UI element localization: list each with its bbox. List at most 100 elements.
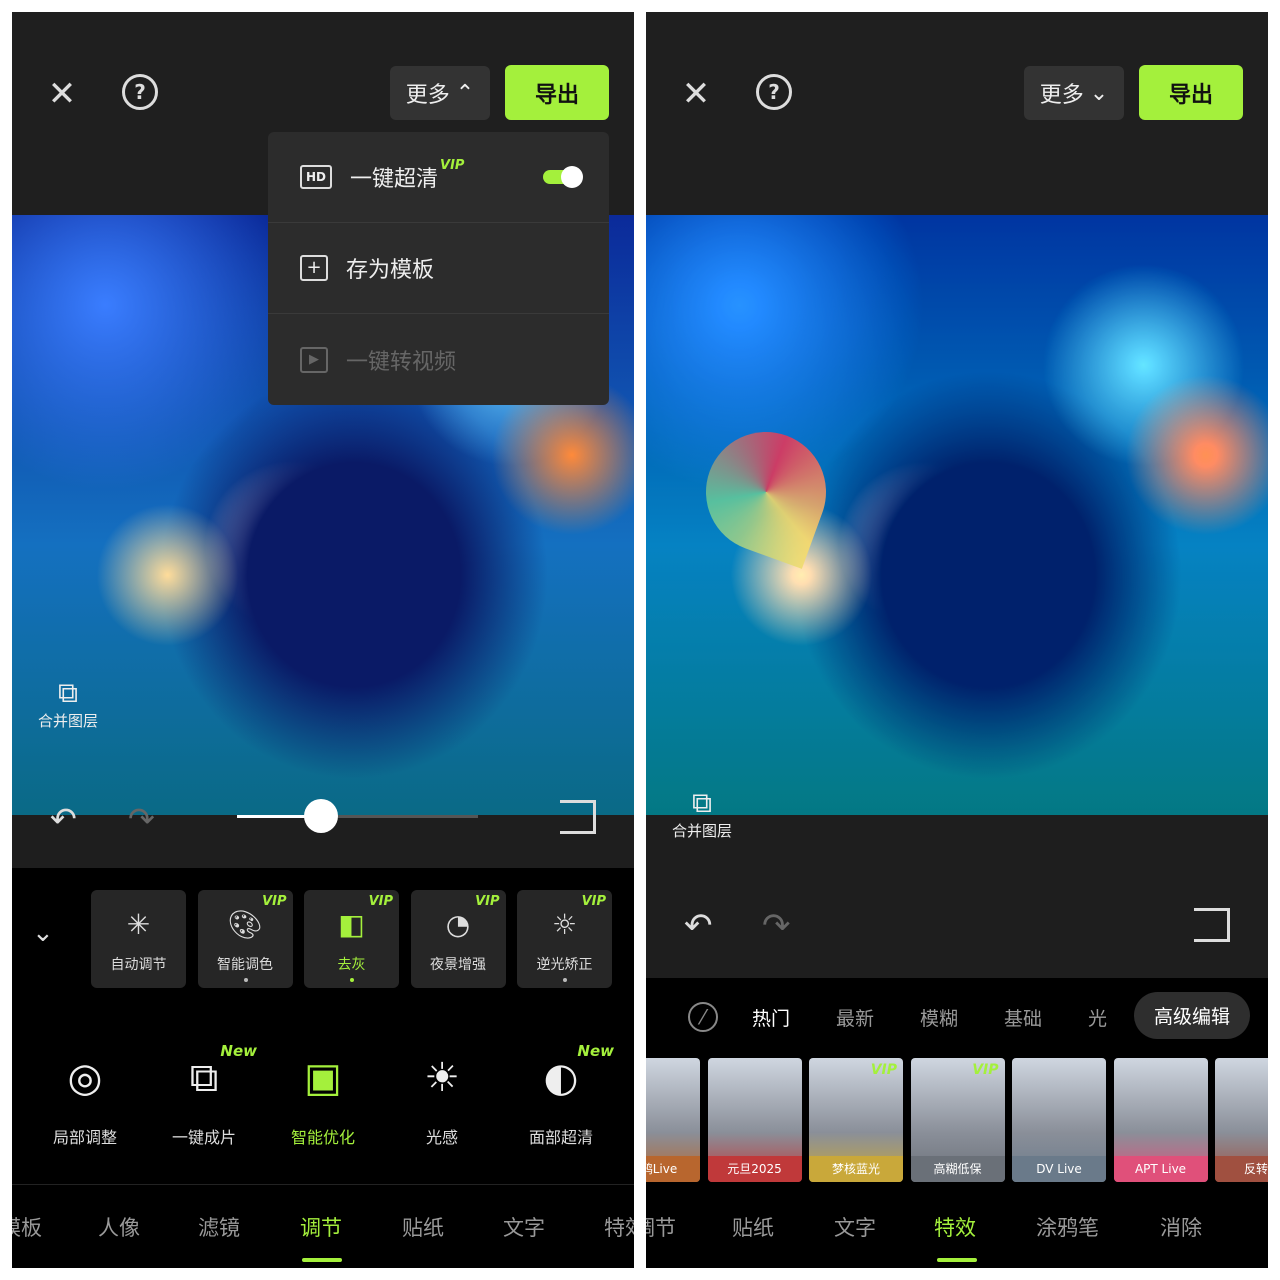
- tab-item[interactable]: 涂鸦笔: [1036, 1212, 1099, 1242]
- collapse-chevron-icon[interactable]: ⌄: [32, 918, 54, 948]
- tool-label: 局部调整: [52, 1128, 117, 1147]
- video-convert-icon: ▶: [300, 346, 328, 373]
- hd-toggle[interactable]: [543, 166, 583, 188]
- menu-item-save-template[interactable]: + 存为模板: [268, 223, 609, 314]
- active-tab-indicator: [302, 1258, 342, 1262]
- filter-tab[interactable]: 模糊: [920, 1004, 958, 1031]
- auto-adjust-icon: ✳: [126, 908, 151, 941]
- menu-item-hd[interactable]: HD 一键超清 VIP: [268, 132, 609, 223]
- effect-thumbnail[interactable]: 高糊低保 VIP: [910, 1058, 1005, 1182]
- undo-icon[interactable]: ↶: [684, 906, 713, 946]
- tab-item[interactable]: 滤镜: [198, 1212, 240, 1242]
- dot-indicator: [563, 978, 567, 982]
- redo-icon[interactable]: ↷: [128, 800, 155, 838]
- effect-label: DV Live: [1012, 1156, 1106, 1182]
- bottom-tabs: 调节 贴纸 文字 特效 涂鸦笔 消除: [646, 1212, 1268, 1246]
- new-badge: New: [220, 1042, 257, 1060]
- card-label: 逆光矫正: [536, 957, 593, 973]
- filter-tab[interactable]: 基础: [1004, 1004, 1042, 1031]
- redo-icon[interactable]: ↷: [762, 906, 791, 946]
- layers-icon: ⧉: [692, 786, 712, 819]
- filter-tab[interactable]: 热门: [752, 1004, 790, 1031]
- effect-thumbnail[interactable]: 涂鸦Live: [646, 1058, 700, 1182]
- tab-item[interactable]: 文字: [834, 1212, 876, 1242]
- adjust-card[interactable]: ◧ 去灰 VIP: [304, 890, 399, 988]
- tab-item[interactable]: 模板: [12, 1212, 42, 1242]
- more-button[interactable]: 更多 ⌄: [1024, 66, 1124, 120]
- smart-optimize-icon: ▣: [304, 1055, 342, 1101]
- tool-item[interactable]: ◎ 局部调整: [30, 1048, 140, 1148]
- card-label: 去灰: [337, 957, 366, 973]
- tab-item[interactable]: 人像: [98, 1212, 140, 1242]
- light-icon: ☀: [424, 1055, 460, 1101]
- filter-tab[interactable]: 高级编辑: [1134, 992, 1251, 1039]
- new-badge: New: [577, 1042, 614, 1060]
- merge-layers-button[interactable]: ⧉ 合并图层: [38, 676, 98, 731]
- chevron-up-icon: ⌃: [455, 80, 475, 106]
- merge-layers-label: 合并图层: [38, 712, 99, 730]
- filter-tab[interactable]: 最新: [836, 1004, 874, 1031]
- backlight-icon: ☼: [551, 908, 578, 941]
- night-icon: ◔: [445, 908, 471, 941]
- adjust-card[interactable]: ◔ 夜景增强 VIP: [410, 890, 506, 988]
- close-icon[interactable]: ✕: [42, 74, 82, 114]
- card-label: 智能调色: [217, 957, 273, 973]
- close-icon[interactable]: ✕: [676, 74, 716, 114]
- vip-badge: VIP: [870, 1062, 897, 1078]
- more-label: 更多: [1039, 83, 1084, 108]
- tool-label: 一键成片: [171, 1128, 236, 1147]
- merge-layers-label: 合并图层: [672, 822, 733, 840]
- palette-icon: 🎨︎: [227, 908, 263, 941]
- effect-label: APT Live: [1113, 1156, 1208, 1182]
- menu-label: 一键转视频: [346, 349, 457, 375]
- tab-item[interactable]: 贴纸: [402, 1212, 444, 1242]
- more-label: 更多: [405, 83, 450, 108]
- vip-badge: VIP: [262, 894, 287, 909]
- tab-item[interactable]: 贴纸: [732, 1212, 774, 1242]
- tool-label: 智能优化: [290, 1128, 355, 1147]
- more-button[interactable]: 更多 ⌃: [390, 66, 490, 120]
- effect-label: 梦核蓝光: [809, 1156, 903, 1182]
- tab-item[interactable]: 特效: [934, 1212, 976, 1242]
- vip-badge: VIP: [368, 894, 393, 909]
- tab-item[interactable]: 调节: [300, 1212, 342, 1242]
- effect-label: 反转摇: [1215, 1156, 1268, 1182]
- effect-thumbnail[interactable]: 反转摇: [1215, 1058, 1268, 1182]
- tab-item[interactable]: 文字: [503, 1212, 545, 1242]
- export-button[interactable]: 导出: [1139, 65, 1243, 120]
- compare-icon[interactable]: [1194, 908, 1230, 942]
- tool-item[interactable]: ⧉ 一键成片 New: [149, 1042, 259, 1148]
- tool-item[interactable]: ◐ 面部超清 New: [506, 1042, 616, 1148]
- export-button[interactable]: 导出: [505, 65, 609, 120]
- more-menu: HD 一键超清 VIP + 存为模板 ▶ 一键转视频: [268, 132, 609, 405]
- vip-badge: VIP: [581, 894, 606, 909]
- filter-tab[interactable]: 光: [1088, 1004, 1107, 1031]
- tool-item[interactable]: ▣ 智能优化: [268, 1048, 378, 1148]
- card-label: 夜景增强: [430, 957, 486, 973]
- adjust-card[interactable]: ✳ 自动调节: [91, 890, 186, 988]
- chevron-down-icon: ⌄: [1089, 80, 1109, 106]
- tool-item[interactable]: ☀ 光感: [387, 1048, 497, 1148]
- undo-icon[interactable]: ↶: [50, 800, 77, 838]
- dehaze-icon: ◧: [338, 908, 365, 941]
- card-label: 自动调节: [110, 957, 167, 973]
- effect-label: 高糊低保: [910, 1156, 1005, 1182]
- help-icon[interactable]: ?: [122, 74, 158, 110]
- compare-icon[interactable]: [560, 800, 596, 834]
- effect-thumbnail[interactable]: 元旦2025: [707, 1058, 802, 1182]
- tab-item[interactable]: 特效: [604, 1212, 634, 1242]
- help-icon[interactable]: ?: [756, 74, 792, 110]
- slider-track[interactable]: [237, 799, 478, 833]
- tab-item[interactable]: 调节: [646, 1212, 676, 1242]
- effect-thumbnail[interactable]: APT Live: [1113, 1058, 1208, 1182]
- layers-icon: ⧉: [58, 676, 78, 709]
- adjust-card[interactable]: ☼ 逆光矫正 VIP: [517, 890, 612, 988]
- tab-item[interactable]: 消除: [1160, 1212, 1202, 1242]
- effect-thumbnail[interactable]: 梦核蓝光 VIP: [809, 1058, 903, 1182]
- merge-layers-button[interactable]: ⧉ 合并图层: [672, 786, 732, 841]
- tool-label: 面部超清: [528, 1128, 593, 1147]
- adjust-card[interactable]: 🎨︎ 智能调色 VIP: [197, 890, 293, 988]
- effect-thumbnail[interactable]: DV Live: [1012, 1058, 1106, 1182]
- toolbar-area: [646, 815, 1268, 978]
- no-effect-icon[interactable]: ⁄: [688, 1002, 718, 1032]
